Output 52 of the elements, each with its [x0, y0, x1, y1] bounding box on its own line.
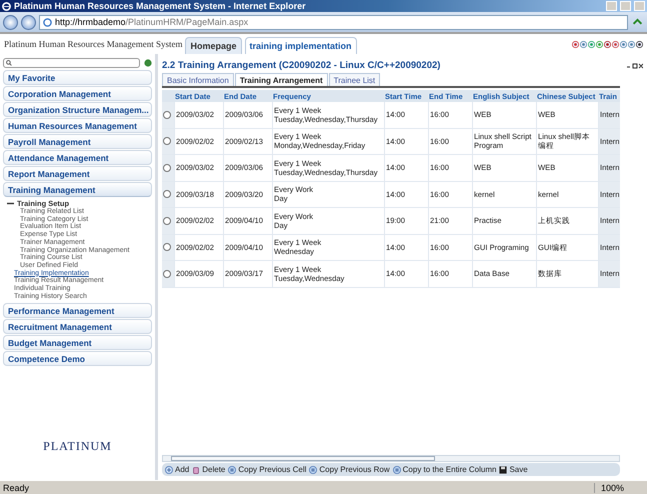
- row-radio[interactable]: [163, 137, 171, 146]
- panel-tab[interactable]: Training Arrangement: [234, 73, 328, 86]
- row-radio[interactable]: [163, 110, 171, 119]
- horizontal-scrollbar[interactable]: [162, 455, 620, 462]
- back-button[interactable]: [3, 14, 18, 30]
- forward-button[interactable]: [21, 14, 36, 30]
- url-field[interactable]: http://hrmbademo/PlatinumHRM/PageMain.aspx: [39, 14, 628, 30]
- toolbar-button[interactable]: Copy Previous Cell: [228, 465, 306, 474]
- app-tab[interactable]: training implementation: [244, 37, 357, 54]
- menu-item[interactable]: Budget Management: [3, 335, 152, 350]
- zoom-control[interactable]: 100%: [594, 482, 644, 492]
- app-title: Platinum Human Resources Management System: [4, 39, 182, 49]
- toolbar-circle-icon[interactable]: [604, 40, 611, 48]
- toolbar-button[interactable]: Add: [165, 465, 190, 474]
- browser-logo-icon: [2, 2, 11, 10]
- search-icon: [6, 60, 12, 66]
- toolbar-circle-icon[interactable]: [636, 40, 643, 48]
- menu-item[interactable]: Organization Structure Managem...: [3, 102, 152, 117]
- window-title: Platinum Human Resources Management System - Internet Explorer: [14, 1, 307, 11]
- plus-icon: [165, 466, 173, 474]
- toolbar-button[interactable]: Save: [499, 465, 528, 474]
- menu-item[interactable]: Attendance Management: [3, 150, 152, 165]
- url-text: http://hrmbademo/PlatinumHRM/PageMain.aspx: [55, 17, 248, 27]
- menu-item[interactable]: Recruitment Management: [3, 319, 152, 334]
- menu-item[interactable]: Performance Management: [3, 303, 152, 318]
- menu-item[interactable]: Payroll Management: [3, 134, 152, 149]
- menu-item[interactable]: Report Management: [3, 166, 152, 181]
- menu-item[interactable]: Corporation Management: [3, 86, 152, 101]
- panel-title: 2.2 Training Arrangement (C20090202 - Linux C/C++20090202): [162, 60, 440, 71]
- trash-icon: [192, 466, 200, 474]
- menu-item[interactable]: Human Resources Management: [3, 118, 152, 133]
- row-radio[interactable]: [163, 270, 171, 278]
- search-field[interactable]: [3, 58, 140, 68]
- panel-tab[interactable]: Basic Information: [162, 73, 234, 86]
- collapse-icon[interactable]: [7, 200, 14, 207]
- menu-item[interactable]: My Favorite: [3, 70, 152, 85]
- menu-item[interactable]: Competence Demo: [3, 351, 152, 366]
- window-controls-icon[interactable]: [627, 62, 643, 68]
- scrollbar-thumb[interactable]: [171, 456, 436, 461]
- toolbar-button[interactable]: Copy to the Entire Column: [392, 465, 496, 474]
- status-text: Ready: [3, 482, 30, 492]
- page-icon: [43, 18, 52, 26]
- toolbar-button[interactable]: Delete: [192, 465, 226, 474]
- row-radio[interactable]: [163, 243, 171, 252]
- toolbar-button[interactable]: Copy Previous Row: [309, 465, 390, 474]
- menu-item[interactable]: Training Management: [3, 182, 152, 197]
- row-radio[interactable]: [163, 164, 171, 172]
- app-tab[interactable]: Homepage: [185, 37, 242, 54]
- logo-text: PLATINUM: [43, 439, 112, 454]
- row-radio[interactable]: [163, 216, 171, 225]
- row-radio[interactable]: [163, 190, 171, 198]
- panel-tab[interactable]: Trainee List: [328, 73, 380, 86]
